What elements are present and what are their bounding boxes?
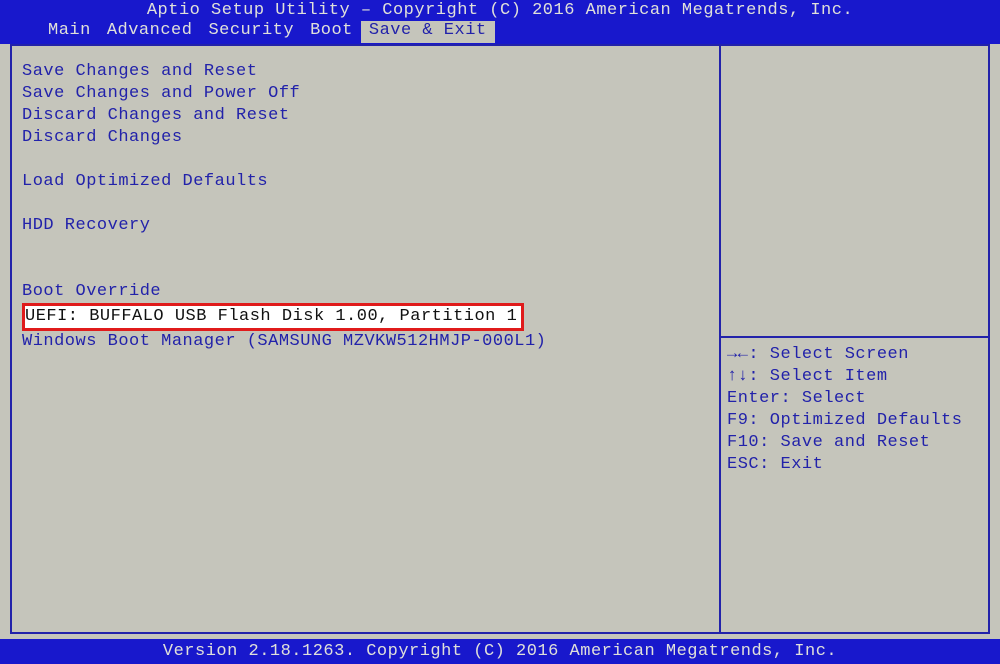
menu-save-reset[interactable]: Save Changes and Reset: [22, 61, 709, 83]
boot-entry-uefi-usb[interactable]: UEFI: BUFFALO USB Flash Disk 1.00, Parti…: [22, 303, 524, 331]
tab-advanced[interactable]: Advanced: [99, 21, 201, 43]
help-esc: ESC: Exit: [727, 454, 982, 476]
help-enter: Enter: Select: [727, 388, 982, 410]
menu-hdd-recovery[interactable]: HDD Recovery: [22, 215, 709, 237]
help-f10: F10: Save and Reset: [727, 432, 982, 454]
tab-security[interactable]: Security: [200, 21, 302, 43]
help-f9: F9: Optimized Defaults: [727, 410, 982, 432]
menu-save-poweroff[interactable]: Save Changes and Power Off: [22, 83, 709, 105]
menu-discard-changes[interactable]: Discard Changes: [22, 127, 709, 149]
help-select-item: ↑↓: Select Item: [727, 366, 982, 388]
tab-save-exit[interactable]: Save & Exit: [361, 21, 495, 43]
help-select-screen: →←: Select Screen: [727, 344, 982, 366]
boot-override-label: Boot Override: [22, 281, 709, 303]
boot-entry-windows[interactable]: Windows Boot Manager (SAMSUNG MZVKW512HM…: [22, 331, 709, 353]
help-section: →←: Select Screen ↑↓: Select Item Enter:…: [721, 336, 988, 482]
main-panel: Save Changes and Reset Save Changes and …: [10, 44, 720, 634]
menu-discard-reset[interactable]: Discard Changes and Reset: [22, 105, 709, 127]
footer-bar: Version 2.18.1263. Copyright (C) 2016 Am…: [0, 639, 1000, 664]
header-bar: Aptio Setup Utility – Copyright (C) 2016…: [0, 0, 1000, 44]
content-area: Save Changes and Reset Save Changes and …: [0, 44, 1000, 634]
bios-title: Aptio Setup Utility – Copyright (C) 2016…: [0, 0, 1000, 21]
tab-boot[interactable]: Boot: [302, 21, 361, 43]
menu-load-defaults[interactable]: Load Optimized Defaults: [22, 171, 709, 193]
tabs-row: Main Advanced Security Boot Save & Exit: [0, 21, 1000, 43]
side-panel: →←: Select Screen ↑↓: Select Item Enter:…: [720, 44, 990, 634]
tab-main[interactable]: Main: [40, 21, 99, 43]
